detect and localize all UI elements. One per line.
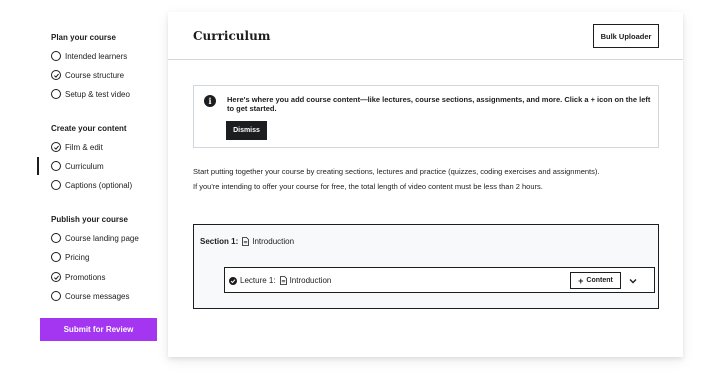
document-icon: [242, 237, 250, 246]
sidebar-item-course-messages[interactable]: Course messages: [51, 289, 129, 303]
info-text: Here's where you add course content—like…: [227, 95, 651, 113]
card-header: Curriculum Bulk Uploader: [168, 12, 683, 60]
section-title-text: Introduction: [252, 237, 295, 246]
unchecked-circle-icon: [51, 180, 61, 190]
sidebar-item-label: Curriculum: [65, 161, 104, 171]
sidebar-item-label: Pricing: [65, 252, 90, 262]
checkmark-circle-icon: [51, 142, 61, 152]
unchecked-circle-icon: [51, 252, 61, 262]
sidebar-item-curriculum[interactable]: Curriculum: [51, 159, 104, 173]
sidebar-item-film-edit[interactable]: Film & edit: [51, 140, 103, 154]
sidebar-item-course-structure[interactable]: Course structure: [51, 68, 124, 82]
lecture-number-label: Lecture 1:: [240, 276, 276, 285]
bulk-uploader-button[interactable]: Bulk Uploader: [593, 24, 659, 48]
group-title-create: Create your content: [51, 124, 127, 133]
dismiss-button[interactable]: Dismiss: [226, 121, 267, 140]
sidebar-item-promotions[interactable]: Promotions: [51, 270, 105, 284]
section-1: Section 1: Introduction Lecture 1: Intro…: [193, 224, 659, 309]
chevron-down-icon[interactable]: [628, 276, 638, 286]
sidebar: Plan your course Intended learners Cours…: [0, 0, 165, 373]
curriculum-card: Curriculum Bulk Uploader i Here's where …: [168, 12, 683, 357]
sidebar-item-label: Intended learners: [65, 51, 128, 61]
sidebar-item-pricing[interactable]: Pricing: [51, 250, 89, 264]
sidebar-item-label: Course structure: [65, 70, 125, 80]
check-circle-filled-icon: [229, 276, 237, 285]
plus-icon: +: [578, 275, 584, 286]
lecture-title[interactable]: Introduction: [279, 276, 332, 285]
sidebar-item-label: Promotions: [65, 272, 106, 282]
section-number-label: Section 1:: [200, 237, 239, 246]
lecture-label: Lecture 1: Introduction: [229, 276, 331, 285]
unchecked-circle-icon: [51, 291, 61, 301]
sidebar-item-label: Setup & test video: [65, 89, 130, 99]
active-indicator: [37, 157, 39, 175]
submit-for-review-button[interactable]: Submit for Review: [40, 318, 157, 341]
info-banner: i Here's where you add course content—li…: [193, 85, 659, 148]
page-title: Curriculum: [193, 29, 271, 43]
section-header: Section 1: Introduction: [200, 237, 294, 246]
group-title-publish: Publish your course: [51, 215, 128, 224]
unchecked-circle-icon: [51, 89, 61, 99]
sidebar-item-label: Course messages: [65, 291, 130, 301]
free-course-note: If you're intending to offer your course…: [193, 182, 543, 191]
lecture-1-row[interactable]: Lecture 1: Introduction + Content: [224, 267, 655, 293]
sidebar-item-label: Film & edit: [65, 142, 103, 152]
sidebar-item-intended-learners[interactable]: Intended learners: [51, 49, 127, 63]
sidebar-item-course-landing-page[interactable]: Course landing page: [51, 231, 139, 245]
group-title-plan: Plan your course: [51, 33, 116, 42]
document-icon: [279, 276, 287, 285]
checkmark-circle-icon: [51, 70, 61, 80]
sidebar-item-setup-test-video[interactable]: Setup & test video: [51, 87, 130, 101]
sidebar-item-label: Course landing page: [65, 233, 139, 243]
lecture-title-text: Introduction: [289, 276, 332, 285]
info-icon: i: [204, 95, 216, 107]
sidebar-item-label: Captions (optional): [65, 180, 133, 190]
unchecked-circle-icon: [51, 233, 61, 243]
section-title[interactable]: Introduction: [242, 237, 294, 246]
checkmark-circle-icon: [51, 272, 61, 282]
unchecked-circle-icon: [51, 161, 61, 171]
add-content-button[interactable]: + Content: [570, 272, 621, 289]
sidebar-item-captions[interactable]: Captions (optional): [51, 178, 132, 192]
unchecked-circle-icon: [51, 51, 61, 61]
intro-paragraph: Start putting together your course by cr…: [193, 167, 600, 176]
add-content-label: Content: [586, 277, 613, 284]
